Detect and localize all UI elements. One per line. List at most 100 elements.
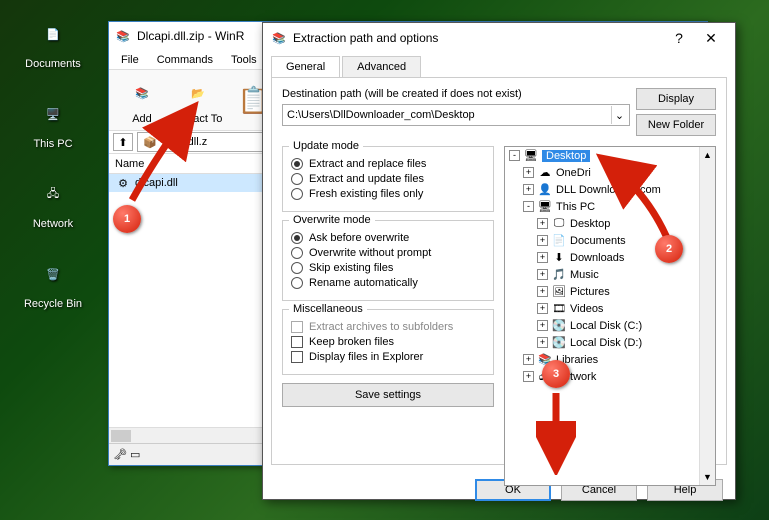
expand-icon[interactable]: + <box>523 354 534 365</box>
dialog-tabs: General Advanced <box>263 53 735 77</box>
expand-icon[interactable]: + <box>537 252 548 263</box>
scroll-down-button[interactable]: ▼ <box>700 469 715 485</box>
chevron-down-icon[interactable]: ⌄ <box>611 106 627 124</box>
check-keep-broken[interactable]: Keep broken files <box>291 336 485 348</box>
tree-label: DLL Downloader.com <box>556 184 661 196</box>
tree-label: Desktop <box>542 150 590 162</box>
tree-label: OneDri <box>556 167 591 179</box>
destination-label: Destination path (will be created if doe… <box>282 88 630 100</box>
new-folder-button[interactable]: New Folder <box>636 114 716 136</box>
expand-icon[interactable]: + <box>523 184 534 195</box>
radio-overwrite-noprompt[interactable]: Overwrite without prompt <box>291 247 485 259</box>
radio-icon <box>291 158 303 170</box>
tree-label: This PC <box>556 201 595 213</box>
folder-icon: 🖥 <box>523 149 539 163</box>
desktop-icon-recyclebin[interactable]: 🗑️ Recycle Bin <box>18 252 88 310</box>
folder-icon: ☁ <box>537 166 553 180</box>
expand-icon[interactable]: - <box>523 201 534 212</box>
folder-icon: 🎞 <box>551 302 567 316</box>
expand-icon[interactable]: + <box>537 286 548 297</box>
tree-node[interactable]: +💽Local Disk (D:) <box>505 334 715 351</box>
file-name: dlcapi.dll <box>135 177 178 189</box>
up-icon: ⬆ <box>118 136 127 149</box>
toolbar-label: Add <box>115 113 169 125</box>
menu-tools[interactable]: Tools <box>223 52 265 68</box>
tree-node[interactable]: +💽Local Disk (C:) <box>505 317 715 334</box>
tree-node[interactable]: +⬇Downloads <box>505 249 715 266</box>
annotation-badge-1: 1 <box>113 205 141 233</box>
path-up-button[interactable]: ⬆ <box>113 133 133 151</box>
expand-icon[interactable]: + <box>537 303 548 314</box>
scroll-up-button[interactable]: ▲ <box>700 147 715 163</box>
tree-label: Desktop <box>570 218 610 230</box>
status-key-icon: 🗝 <box>113 448 127 461</box>
status-box-icon: ▭ <box>130 448 140 461</box>
desktop-icon-label: This PC <box>33 138 72 150</box>
annotation-badge-3: 3 <box>542 360 570 388</box>
group-miscellaneous: Miscellaneous Extract archives to subfol… <box>282 309 494 375</box>
expand-icon[interactable]: + <box>537 218 548 229</box>
folder-icon: 💽 <box>551 336 567 350</box>
documents-icon: 📄 <box>31 12 75 56</box>
dialog-close-button[interactable]: ✕ <box>695 26 727 50</box>
tree-node[interactable]: +🎵Music <box>505 266 715 283</box>
radio-ask-overwrite[interactable]: Ask before overwrite <box>291 232 485 244</box>
annotation-badge-2: 2 <box>655 235 683 263</box>
folder-icon: ⬇ <box>551 251 567 265</box>
destination-combo[interactable]: C:\Users\DllDownloader_com\Desktop ⌄ <box>282 104 630 126</box>
vertical-scrollbar[interactable]: ▲ ▼ <box>699 147 715 485</box>
column-name: Name <box>115 158 144 170</box>
radio-fresh-existing[interactable]: Fresh existing files only <box>291 188 485 200</box>
expand-icon[interactable]: - <box>509 150 520 161</box>
tab-general[interactable]: General <box>271 56 340 78</box>
tree-node[interactable]: -🖥This PC <box>505 198 715 215</box>
radio-skip-existing[interactable]: Skip existing files <box>291 262 485 274</box>
radio-extract-replace[interactable]: Extract and replace files <box>291 158 485 170</box>
radio-extract-update[interactable]: Extract and update files <box>291 173 485 185</box>
toolbar-label: Extract To <box>171 113 225 125</box>
tree-node[interactable]: +👤DLL Downloader.com <box>505 181 715 198</box>
expand-icon[interactable]: + <box>537 269 548 280</box>
menu-commands[interactable]: Commands <box>149 52 221 68</box>
tree-node[interactable]: +📄Documents <box>505 232 715 249</box>
group-update-mode: Update mode Extract and replace files Ex… <box>282 146 494 212</box>
extractto-icon: 📂 <box>180 75 216 111</box>
toolbar-add-button[interactable]: 📚 Add <box>115 73 169 127</box>
tree-node[interactable]: +🖵Desktop <box>505 215 715 232</box>
tab-body-general: Destination path (will be created if doe… <box>271 77 727 465</box>
expand-icon[interactable]: + <box>523 167 534 178</box>
folder-icon: 👤 <box>537 183 553 197</box>
thispc-icon: 🖥️ <box>31 92 75 136</box>
save-settings-button[interactable]: Save settings <box>282 383 494 407</box>
desktop-icon-label: Recycle Bin <box>24 298 82 310</box>
tree-node[interactable]: +🖼Pictures <box>505 283 715 300</box>
desktop-icon-documents[interactable]: 📄 Documents <box>18 12 88 70</box>
tree-node[interactable]: +📚Libraries <box>505 351 715 368</box>
folder-tree[interactable]: -🖥Desktop+☁OneDri+👤DLL Downloader.com-🖥T… <box>504 146 716 486</box>
dialog-help-button[interactable]: ? <box>663 26 695 50</box>
tab-advanced[interactable]: Advanced <box>342 56 421 78</box>
scroll-thumb[interactable] <box>111 430 131 442</box>
tree-label: Videos <box>570 303 603 315</box>
checkbox-icon <box>291 351 303 363</box>
expand-icon[interactable]: + <box>523 371 534 382</box>
tree-node[interactable]: -🖥Desktop <box>505 147 715 164</box>
archive-icon: 📦 <box>142 134 158 150</box>
menu-file[interactable]: File <box>113 52 147 68</box>
display-button[interactable]: Display <box>636 88 716 110</box>
radio-rename-auto[interactable]: Rename automatically <box>291 277 485 289</box>
tree-node[interactable]: +☁OneDri <box>505 164 715 181</box>
expand-icon[interactable]: + <box>537 320 548 331</box>
folder-icon: 📄 <box>551 234 567 248</box>
check-display-explorer[interactable]: Display files in Explorer <box>291 351 485 363</box>
expand-icon[interactable]: + <box>537 337 548 348</box>
desktop-icon-thispc[interactable]: 🖥️ This PC <box>18 92 88 150</box>
expand-icon[interactable]: + <box>537 235 548 246</box>
tree-node[interactable]: +🎞Videos <box>505 300 715 317</box>
dialog-titlebar[interactable]: 📚 Extraction path and options ? ✕ <box>263 23 735 53</box>
desktop-icon-network[interactable]: 🖧 Network <box>18 172 88 230</box>
tree-node[interactable]: +🖧Network <box>505 368 715 385</box>
toolbar-extractto-button[interactable]: 📂 Extract To <box>171 73 225 127</box>
radio-icon <box>291 277 303 289</box>
radio-icon <box>291 173 303 185</box>
